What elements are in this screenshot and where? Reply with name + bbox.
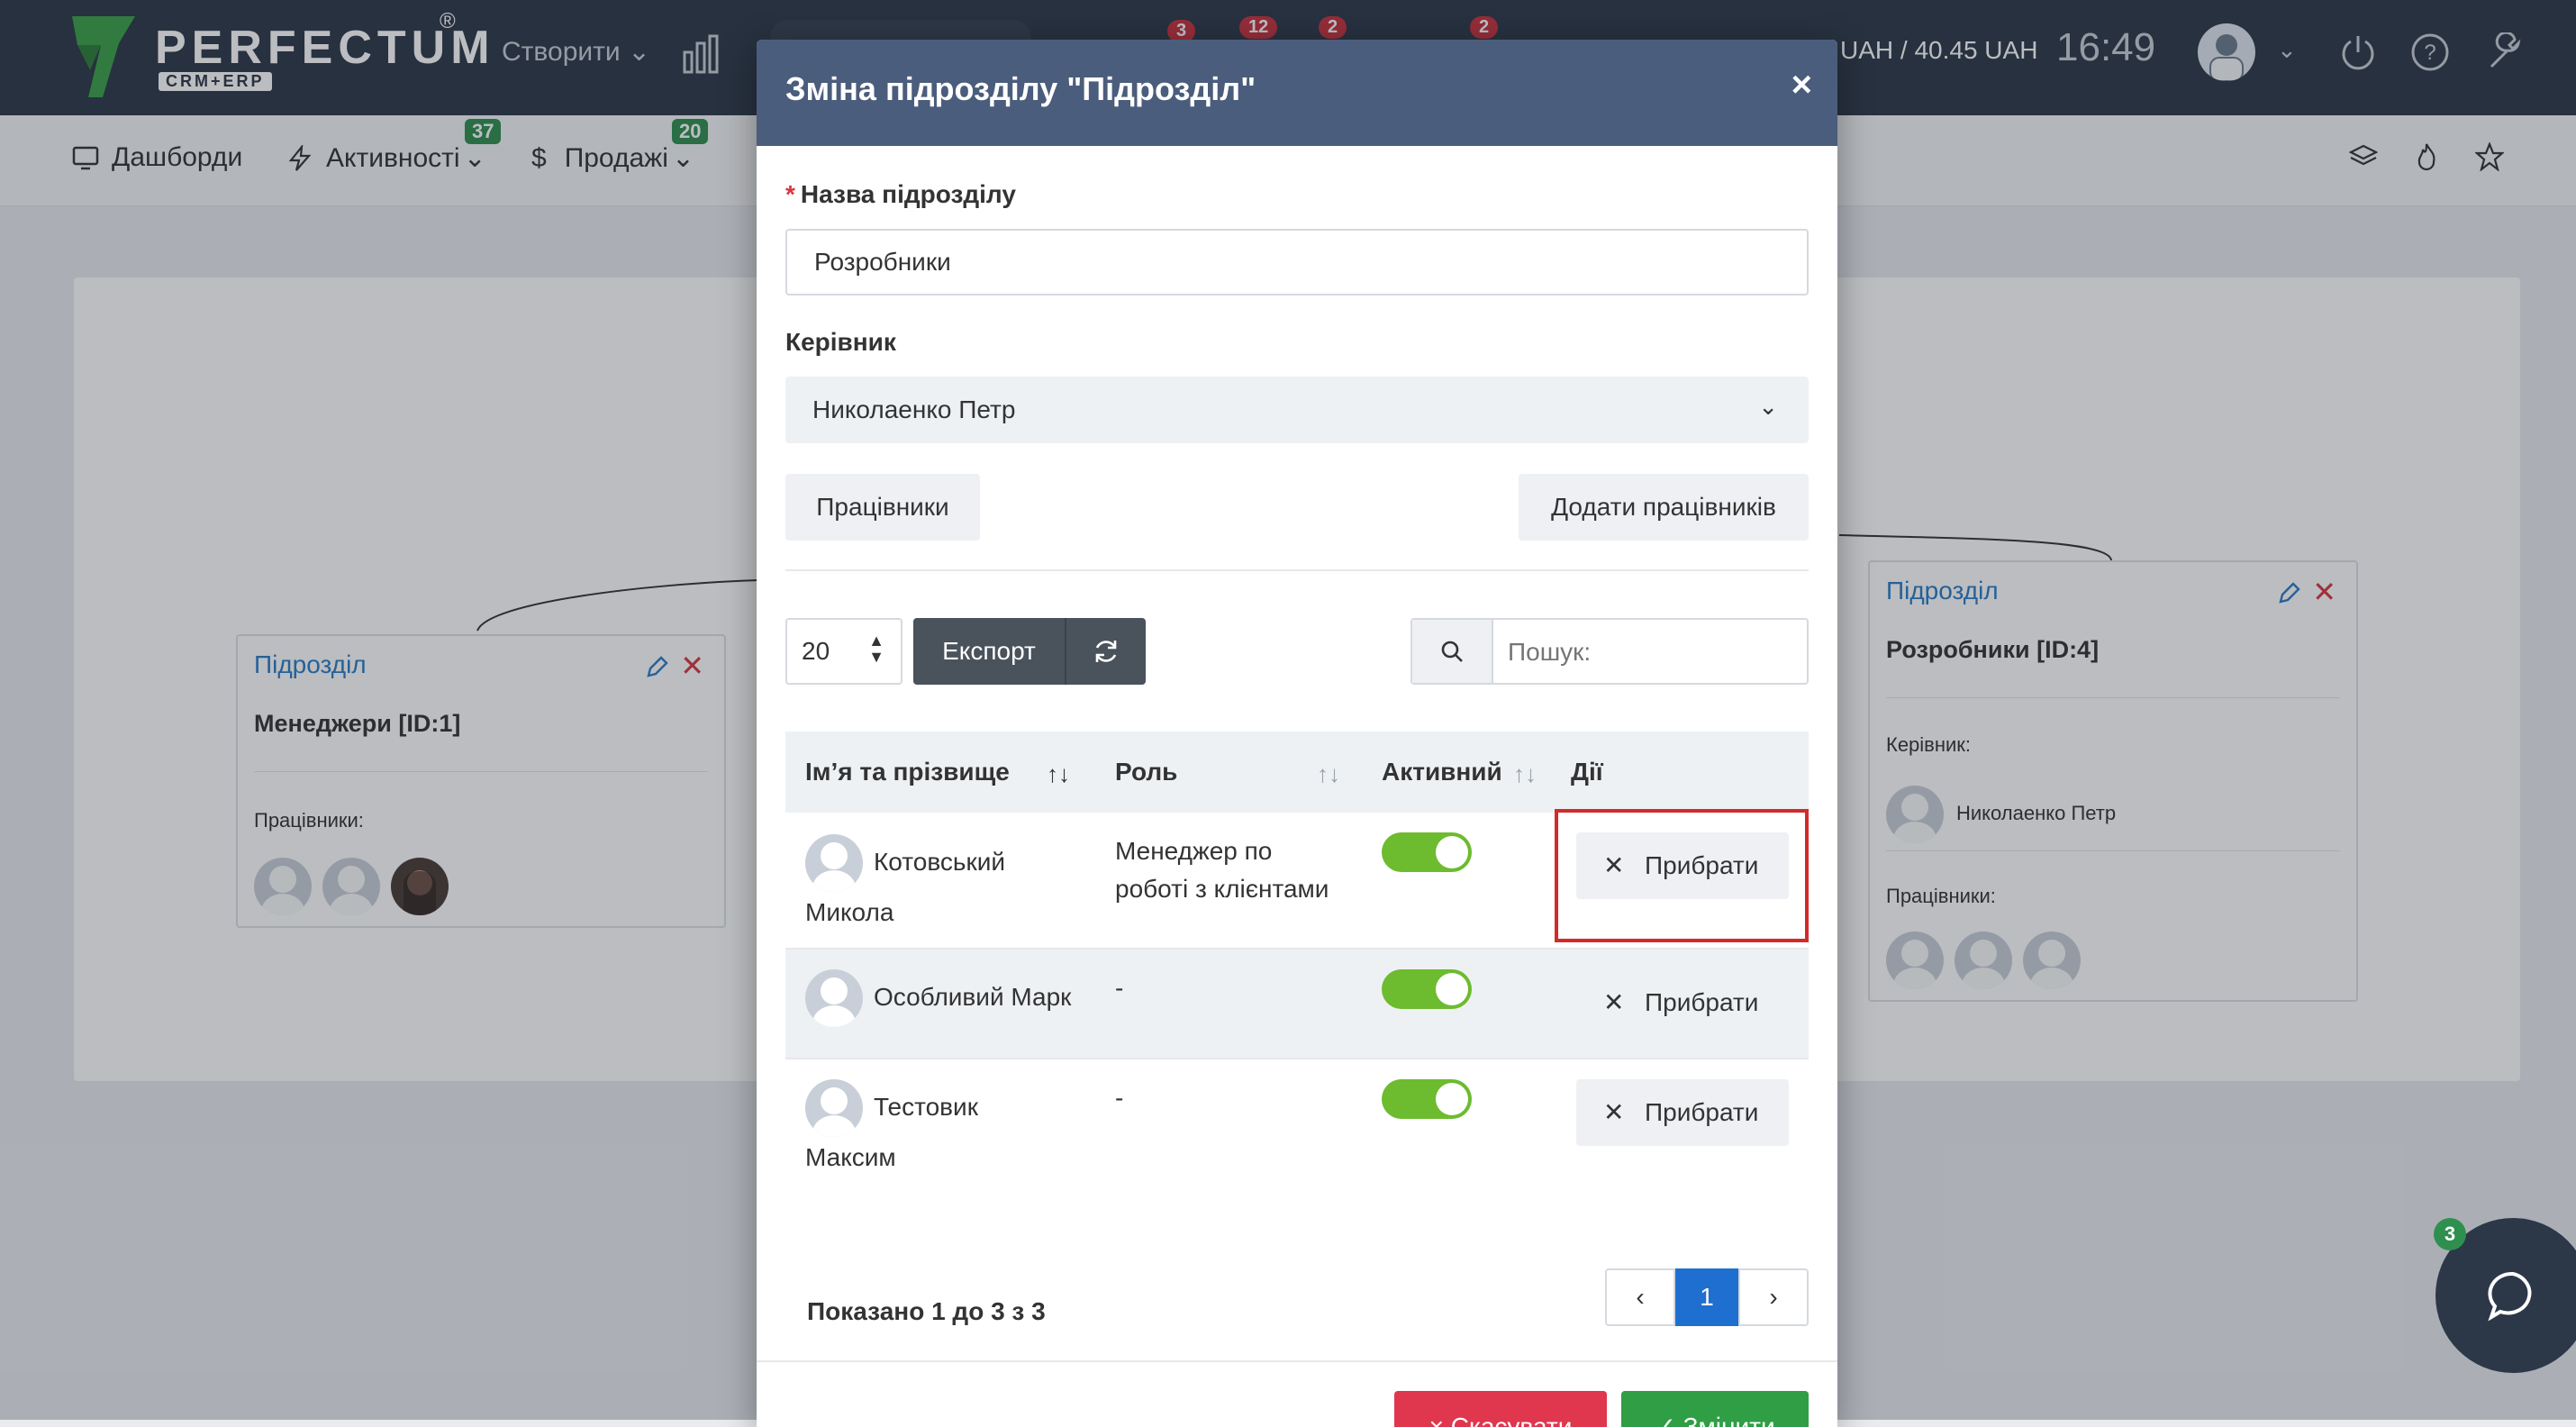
employee-role: - bbox=[1115, 1084, 1124, 1112]
pagination-prev[interactable]: ‹ bbox=[1605, 1268, 1675, 1326]
department-name-label-text: Назва підрозділу bbox=[800, 180, 1016, 208]
employee-role-line2: роботі з клієнтами bbox=[1115, 875, 1329, 903]
pagination-current-page[interactable]: 1 bbox=[1675, 1268, 1738, 1326]
close-icon: ✕ bbox=[1603, 988, 1625, 1016]
chevron-down-icon: ⌄ bbox=[1758, 393, 1778, 420]
manager-label: Керівник bbox=[785, 328, 896, 356]
save-button[interactable]: ✓ Змінити bbox=[1621, 1391, 1809, 1427]
search-icon bbox=[1441, 641, 1463, 662]
sort-icon[interactable]: ↑↓ bbox=[1513, 760, 1537, 788]
employee-avatar bbox=[805, 834, 863, 892]
active-toggle[interactable] bbox=[1382, 969, 1472, 1009]
close-icon[interactable]: × bbox=[1791, 65, 1812, 105]
required-mark: * bbox=[785, 180, 795, 208]
manager-select-value: Николаенко Петр bbox=[812, 395, 1016, 423]
modal-title: Зміна підрозділу "Підрозділ" bbox=[785, 70, 1256, 107]
employee-name: Котовський bbox=[874, 848, 1006, 876]
active-toggle[interactable] bbox=[1382, 832, 1472, 872]
table-row: Особливий Марк - ✕ Прибрати bbox=[785, 950, 1809, 1059]
remove-button-label: Прибрати bbox=[1645, 1098, 1759, 1126]
employees-tab-button[interactable]: Працівники bbox=[785, 474, 980, 541]
close-icon: ✕ bbox=[1603, 1098, 1625, 1126]
table-row: Тестовик Максим - ✕ Прибрати bbox=[785, 1059, 1809, 1195]
remove-button-label: Прибрати bbox=[1645, 988, 1759, 1016]
search-icon-box bbox=[1412, 620, 1493, 683]
pagination-next[interactable]: › bbox=[1738, 1268, 1809, 1326]
employee-role: - bbox=[1115, 974, 1124, 1002]
employee-role: Менеджер по bbox=[1115, 837, 1273, 865]
active-toggle[interactable] bbox=[1382, 1079, 1472, 1119]
employee-avatar bbox=[805, 1079, 863, 1137]
employee-name-line2: Максим bbox=[805, 1143, 896, 1171]
export-button[interactable]: Експорт bbox=[913, 618, 1065, 685]
manager-select[interactable]: Николаенко Петр ⌄ bbox=[785, 377, 1809, 443]
employee-name-line2: Микола bbox=[805, 898, 894, 926]
department-name-input[interactable]: Розробники bbox=[785, 229, 1809, 295]
search-input[interactable] bbox=[1506, 620, 1798, 685]
modal-footer-divider bbox=[757, 1360, 1837, 1362]
page-length-select[interactable]: 20 ▲ ▼ bbox=[785, 618, 903, 685]
sort-asc-icon[interactable]: ↑↓ bbox=[1047, 760, 1070, 788]
remove-button[interactable]: ✕ Прибрати bbox=[1576, 1079, 1789, 1146]
chat-badge: 3 bbox=[2434, 1218, 2466, 1250]
highlight-frame bbox=[1555, 809, 1809, 942]
column-header-role[interactable]: Роль bbox=[1115, 732, 1177, 813]
modal-header: Зміна підрозділу "Підрозділ" × bbox=[757, 40, 1837, 146]
cancel-button[interactable]: × Скасувати bbox=[1394, 1391, 1607, 1427]
remove-button[interactable]: ✕ Прибрати bbox=[1576, 969, 1789, 1036]
department-name-label: * Назва підрозділу bbox=[785, 180, 1016, 209]
section-divider bbox=[785, 569, 1809, 571]
column-header-active[interactable]: Активний bbox=[1382, 732, 1502, 813]
table-search bbox=[1410, 618, 1809, 685]
page-length-value: 20 bbox=[802, 637, 830, 665]
add-employees-button[interactable]: Додати працівників bbox=[1519, 474, 1809, 541]
refresh-button[interactable] bbox=[1065, 618, 1146, 685]
column-header-actions: Дії bbox=[1571, 758, 1603, 786]
sort-icon[interactable]: ↑↓ bbox=[1317, 760, 1340, 788]
employee-name: Особливий Марк bbox=[874, 983, 1072, 1011]
sort-arrows-icon: ▲ ▼ bbox=[868, 632, 884, 666]
chat-icon bbox=[2488, 1271, 2532, 1322]
table-info: Показано 1 до 3 з 3 bbox=[807, 1297, 1046, 1325]
edit-department-modal: Зміна підрозділу "Підрозділ" × * Назва пі… bbox=[757, 40, 1837, 1427]
column-header-name[interactable]: Імʼя та прізвище bbox=[805, 732, 1010, 813]
table-header: Імʼя та прізвище ↑↓ Роль ↑↓ Активний ↑↓ … bbox=[785, 732, 1809, 813]
employee-name: Тестовик bbox=[874, 1093, 978, 1121]
employee-avatar bbox=[805, 969, 863, 1027]
refresh-icon bbox=[1095, 641, 1117, 662]
